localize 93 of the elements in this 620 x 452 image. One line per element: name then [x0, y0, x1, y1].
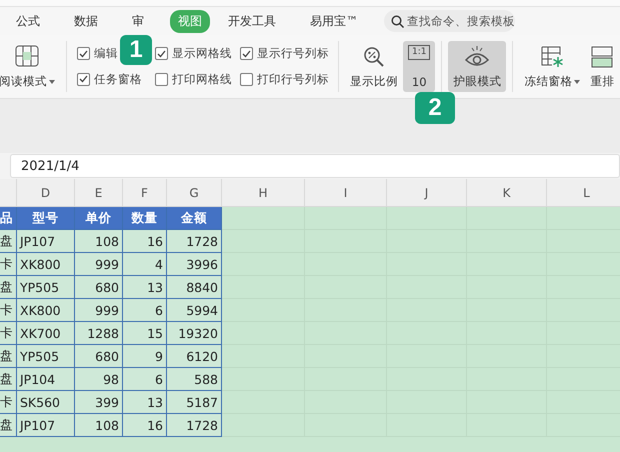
column-header[interactable]: L: [547, 179, 620, 206]
formula-field[interactable]: 2021/1/4: [10, 154, 620, 178]
table-cell: 盘: [0, 368, 17, 391]
header-cell: 型号: [17, 207, 75, 230]
checkmark-icon: [79, 50, 88, 58]
column-header[interactable]: D: [17, 179, 75, 206]
column-header[interactable]: K: [467, 179, 547, 206]
caret-icon: [574, 80, 580, 84]
option-checkbox[interactable]: 编辑: [77, 46, 118, 62]
table-cell: JP107: [17, 230, 75, 253]
table-cell: 8840: [167, 276, 222, 299]
table-cell: 4: [123, 253, 167, 276]
actual-button[interactable]: 1:1 10: [403, 41, 436, 92]
table-cell: 98: [75, 368, 123, 391]
column-header[interactable]: E: [75, 179, 123, 206]
table-cell: 5994: [167, 299, 222, 322]
table-cell: 108: [75, 414, 123, 437]
column-header[interactable]: H: [222, 179, 305, 206]
table-cell: 13: [123, 276, 167, 299]
table-cell: 卡: [0, 322, 17, 345]
table-cell: YP505: [17, 276, 75, 299]
grid-icon: [15, 45, 39, 67]
table-cell: 399: [75, 391, 123, 414]
table-cell: XK800: [17, 299, 75, 322]
table-cell: JP107: [17, 414, 75, 437]
table-cell: 卡: [0, 299, 17, 322]
column-header[interactable]: F: [123, 179, 167, 206]
table-cell: 15: [123, 322, 167, 345]
table-cell: 13: [123, 391, 167, 414]
table-cell: SK560: [17, 391, 75, 414]
table-cell: 680: [75, 345, 123, 368]
reading-mode-button[interactable]: 阅读模式: [0, 41, 60, 92]
option-checkbox[interactable]: 显示网格线: [155, 46, 232, 62]
search-field[interactable]: 查找命令、搜索模板: [384, 10, 515, 32]
column-header[interactable]: I: [305, 179, 387, 206]
table-cell: 999: [75, 253, 123, 276]
table-cell: 6: [123, 368, 167, 391]
table-cell: YP505: [17, 345, 75, 368]
ribbon-tab[interactable]: 公式: [8, 10, 48, 32]
table-cell: 1288: [75, 322, 123, 345]
table-cell: 16: [123, 414, 167, 437]
header-cell: 品: [0, 207, 17, 230]
step-badge: 1: [120, 35, 152, 65]
arrange-button[interactable]: 重排: [585, 41, 620, 92]
table-cell: 16: [123, 230, 167, 253]
table-cell: 卡: [0, 391, 17, 414]
table-cell: 19320: [167, 322, 222, 345]
option-checkbox[interactable]: 打印网格线: [155, 72, 232, 87]
header-cell: 单价: [75, 207, 123, 230]
arrange-windows-icon: [591, 45, 614, 69]
table-cell: 盘: [0, 230, 17, 253]
option-checkbox[interactable]: 显示行号列标: [240, 46, 329, 62]
table-cell: 999: [75, 299, 123, 322]
header-cell: 数量: [123, 207, 167, 230]
eye-protection-button[interactable]: 护眼模式: [448, 41, 506, 92]
checkmark-icon: [242, 50, 251, 58]
table-cell: 5187: [167, 391, 222, 414]
freeze-button[interactable]: 冻结窗格: [519, 41, 586, 92]
column-header[interactable]: G: [167, 179, 222, 206]
search-icon: [391, 14, 404, 28]
actual-size-icon: 1:1: [408, 45, 430, 60]
ribbon-tab[interactable]: 数据: [66, 10, 106, 32]
header-cell: 金额: [167, 207, 222, 230]
table-cell: 3996: [167, 253, 222, 276]
table-cell: JP104: [17, 368, 75, 391]
eye-icon: [463, 45, 492, 69]
zoom-button[interactable]: 显示比例: [345, 41, 403, 92]
table-cell: 盘: [0, 345, 17, 368]
zoom-icon: [362, 45, 386, 69]
table-cell: 1728: [167, 414, 222, 437]
table-cell: 盘: [0, 276, 17, 299]
table-cell: 6: [123, 299, 167, 322]
table-cell: 108: [75, 230, 123, 253]
table-cell: 6120: [167, 345, 222, 368]
freeze-panes-icon: [540, 45, 564, 69]
caret-icon: [49, 80, 55, 84]
option-checkbox[interactable]: 任务窗格: [77, 72, 142, 87]
checkmark-icon: [157, 50, 166, 58]
table-cell: 9: [123, 345, 167, 368]
table-cell: 卡: [0, 253, 17, 276]
column-header[interactable]: J: [387, 179, 467, 206]
ribbon-tab[interactable]: 易用宝™: [302, 10, 366, 32]
table-cell: XK800: [17, 253, 75, 276]
ribbon-tab[interactable]: 开发工具: [220, 10, 284, 32]
step-badge: 2: [415, 92, 455, 124]
option-checkbox[interactable]: 打印行号列标: [240, 72, 329, 87]
checkmark-icon: [79, 75, 88, 84]
ribbon-tab[interactable]: 审: [124, 10, 152, 32]
table-cell: 588: [167, 368, 222, 391]
table-cell: 1728: [167, 230, 222, 253]
table-cell: 680: [75, 276, 123, 299]
table-cell: XK700: [17, 322, 75, 345]
table-cell: 盘: [0, 414, 17, 437]
